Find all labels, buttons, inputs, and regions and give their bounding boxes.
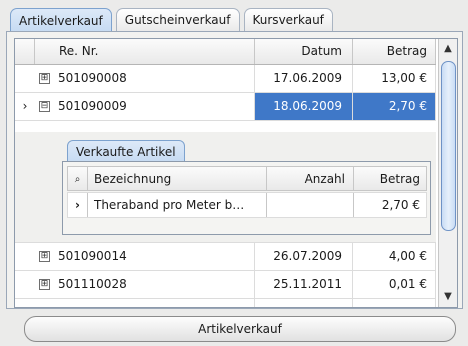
sales-grid: Re. Nr. Datum Betrag ⊞ 501090008 17.06.2…: [14, 38, 458, 308]
expand-icon[interactable]: ⊞: [39, 279, 50, 290]
table-row[interactable]: ⊞ 501090014 26.07.2009 4,00 €: [15, 243, 436, 271]
detail-grid-header: ⌕ Bezeichnung Anzahl Betrag: [67, 166, 427, 191]
table-row[interactable]: ⊞ 501110028 25.11.2011 0,01 €: [15, 271, 436, 299]
cell-reno: 501090014: [58, 243, 255, 270]
cell-date: 25.11.2011: [255, 271, 353, 298]
detail-panel: Verkaufte Artikel ⌕ Bezeichnung Anzahl B…: [15, 132, 436, 243]
expand-icon[interactable]: ⊞: [39, 73, 50, 84]
cell-reno: 501090009: [58, 93, 255, 120]
cell-amount: 2,70 €: [353, 93, 436, 120]
column-header-date[interactable]: Datum: [255, 39, 353, 64]
tab-strip: Artikelverkauf Gutscheinverkauf Kursverk…: [10, 8, 333, 33]
grid-header: Re. Nr. Datum Betrag: [15, 39, 436, 65]
collapse-icon[interactable]: ⊟: [39, 101, 50, 112]
tab-artikelverkauf[interactable]: Artikelverkauf: [10, 8, 112, 33]
scroll-down-icon[interactable]: ▼: [440, 288, 456, 306]
cell-reno: 501090008: [58, 65, 255, 92]
header-indicator-column: [15, 39, 35, 64]
expand-icon[interactable]: ⊞: [39, 307, 50, 308]
cell-reno: 501110030: [58, 299, 255, 307]
cell-reno: 501110028: [58, 271, 255, 298]
table-row[interactable]: ⊞ 501110030 01.12.2011 0,01 €: [15, 299, 436, 308]
tab-gutscheinverkauf[interactable]: Gutscheinverkauf: [115, 8, 240, 31]
table-row[interactable]: ⊞ 501090008 17.06.2009 13,00 €: [15, 65, 436, 93]
cell-quantity: [267, 193, 354, 217]
cell-date: 01.12.2011: [255, 299, 353, 307]
search-icon[interactable]: ⌕: [68, 167, 88, 190]
cell-date: 18.06.2009: [255, 93, 353, 120]
detail-row[interactable]: › Theraband pro Meter b… 2,70 €: [67, 192, 427, 218]
scrollbar-thumb[interactable]: [441, 61, 456, 231]
column-header-quantity[interactable]: Anzahl: [267, 167, 354, 190]
vertical-scrollbar[interactable]: ▲ ▼: [438, 39, 457, 307]
cell-amount: 2,70 €: [381, 198, 420, 212]
cell-date: 17.06.2009: [255, 65, 353, 92]
cell-amount: 13,00 €: [353, 65, 436, 92]
cell-date: 26.07.2009: [255, 243, 353, 270]
expand-icon[interactable]: ⊞: [39, 251, 50, 262]
table-row-selected[interactable]: › ⊟ 501090009 18.06.2009 2,70 €: [15, 93, 436, 121]
column-header-name[interactable]: Bezeichnung: [88, 167, 267, 190]
column-header-detail-amount[interactable]: Betrag: [354, 167, 428, 190]
cell-amount: 0,01 €: [353, 271, 436, 298]
scroll-up-icon[interactable]: ▲: [440, 40, 456, 58]
column-header-reno[interactable]: Re. Nr.: [35, 39, 255, 64]
artikelverkauf-button[interactable]: Artikelverkauf: [24, 316, 456, 342]
row-indicator-icon: ›: [22, 99, 28, 113]
tab-kursverkauf[interactable]: Kursverkauf: [243, 8, 333, 31]
cell-name: Theraband pro Meter b…: [88, 193, 267, 217]
detail-grid: ⌕ Bezeichnung Anzahl Betrag › Theraband …: [62, 161, 431, 235]
cell-amount: 4,00 €: [353, 243, 436, 270]
row-indicator-icon: ›: [68, 193, 88, 217]
cell-amount: 0,01 €: [353, 299, 436, 307]
column-header-amount[interactable]: Betrag: [353, 39, 436, 64]
